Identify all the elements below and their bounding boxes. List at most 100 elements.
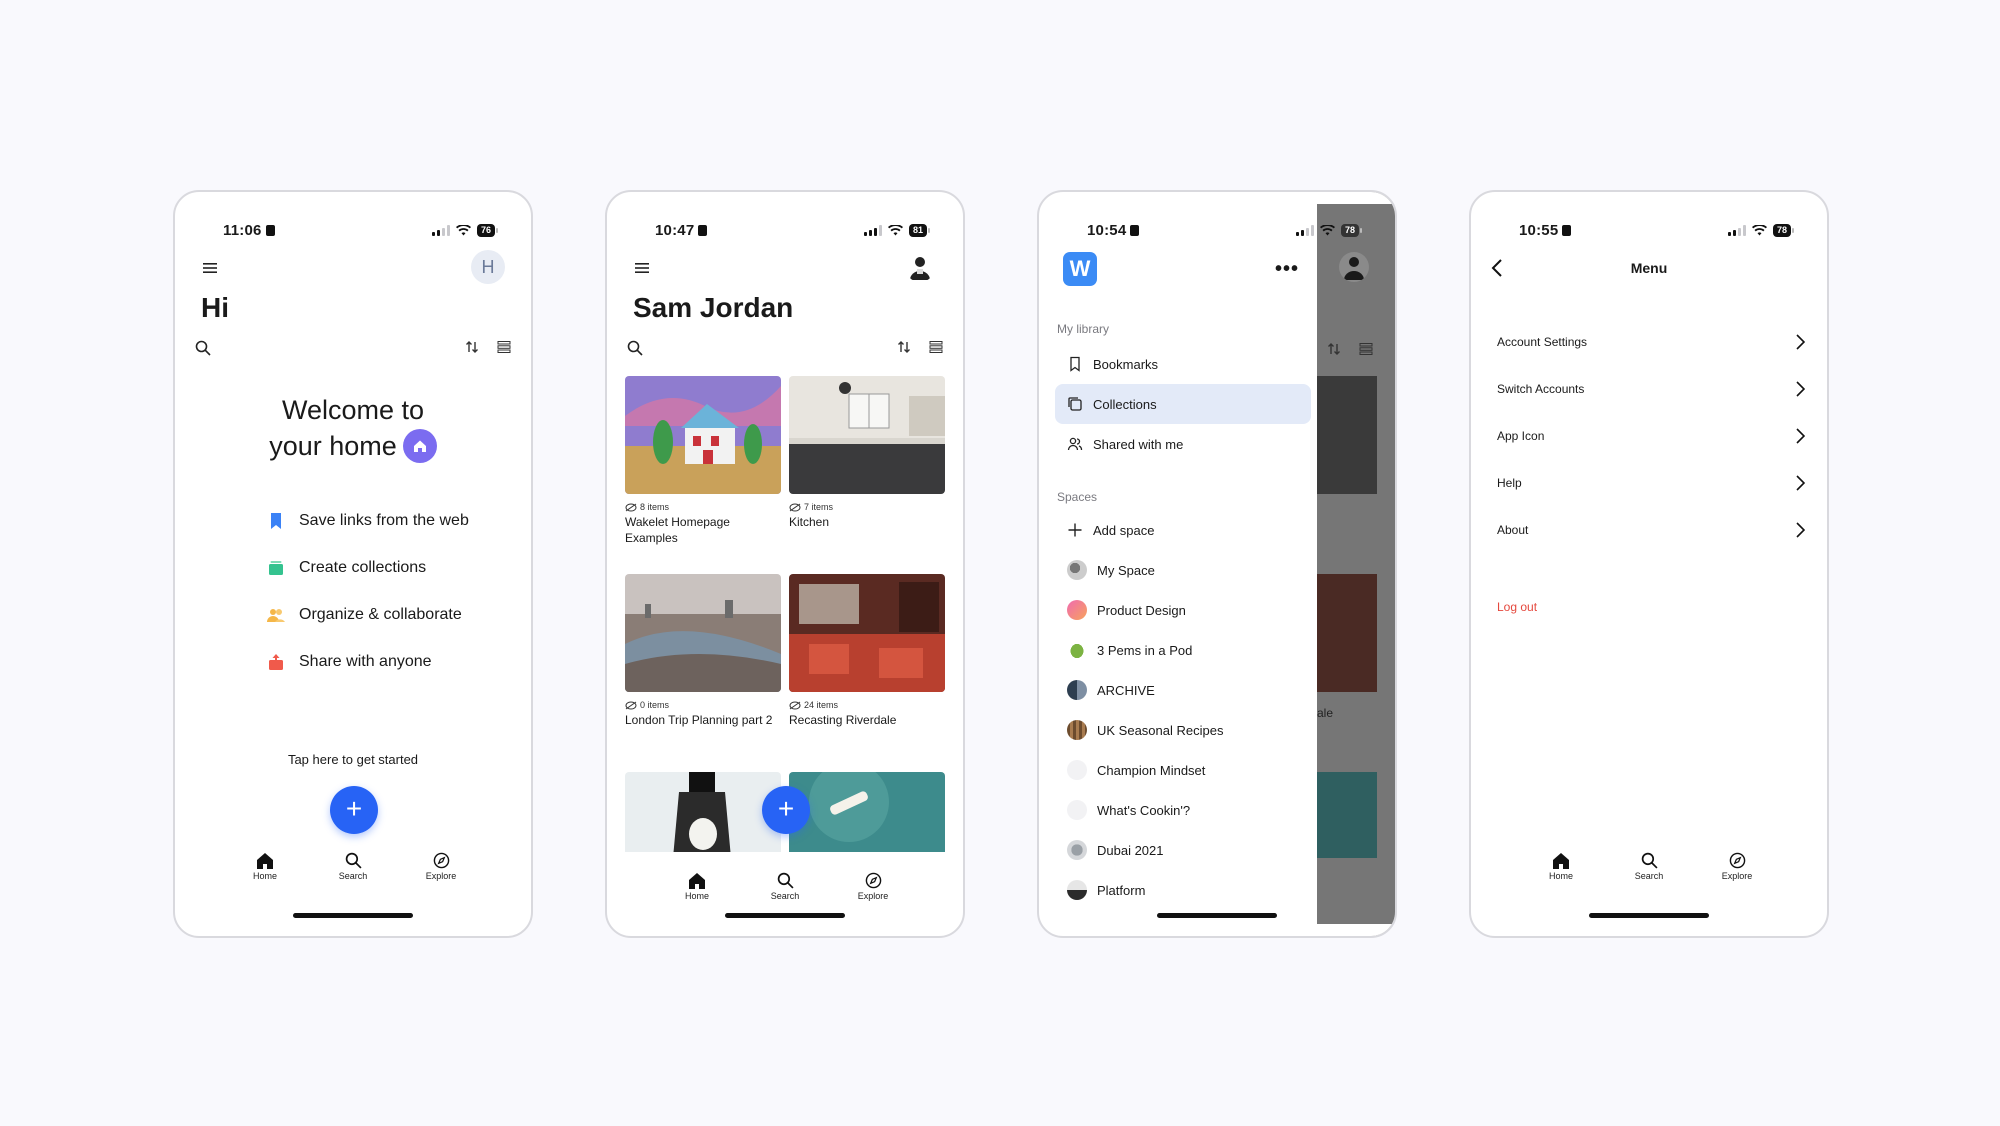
- home-indicator: [293, 913, 413, 918]
- tab-explore[interactable]: Explore: [843, 872, 903, 901]
- get-started-link[interactable]: Tap here to get started: [175, 752, 531, 767]
- tab-explore[interactable]: Explore: [411, 852, 471, 881]
- avatar[interactable]: H: [471, 250, 505, 284]
- wifi-icon: [455, 225, 471, 236]
- avatar: [1339, 252, 1369, 282]
- drawer-item-shared[interactable]: Shared with me: [1055, 424, 1311, 464]
- share-icon: [269, 654, 283, 670]
- status-bar: 10:47 81: [607, 222, 963, 242]
- search-icon[interactable]: [195, 340, 211, 356]
- chevron-right-icon: [1796, 381, 1805, 397]
- search-icon[interactable]: [627, 340, 643, 356]
- page-title: Hi: [201, 292, 229, 323]
- menu-item-account-settings[interactable]: Account Settings: [1497, 322, 1805, 362]
- drawer-item-space[interactable]: What's Cookin'?: [1055, 790, 1311, 830]
- home-icon: [257, 853, 273, 869]
- tab-home[interactable]: Home: [1531, 852, 1591, 881]
- search-icon: [345, 852, 362, 869]
- sort-icon[interactable]: [897, 340, 911, 354]
- item-count: 0 items: [640, 700, 670, 710]
- hamburger-menu-icon[interactable]: [635, 262, 649, 274]
- drawer-item-space[interactable]: 3 Pems in a Pod: [1055, 630, 1311, 670]
- items-icon: [625, 701, 637, 709]
- more-options-icon[interactable]: •••: [1275, 258, 1299, 281]
- drawer-item-space[interactable]: ARCHIVE: [1055, 670, 1311, 710]
- signal-icon: [1295, 225, 1314, 236]
- section-spaces: Spaces: [1057, 490, 1098, 504]
- profile-name: Sam Jordan: [633, 292, 794, 323]
- drawer-item-space[interactable]: My Space: [1055, 550, 1311, 590]
- list-view-icon[interactable]: [929, 340, 943, 354]
- bookmark-outline-icon: [1070, 356, 1080, 372]
- collection-card[interactable]: [625, 772, 781, 858]
- tab-search[interactable]: Search: [323, 852, 383, 881]
- peek-text: ale: [1317, 706, 1334, 720]
- menu-item-app-icon[interactable]: App Icon: [1497, 416, 1805, 456]
- drawer-item-space[interactable]: Product Design: [1055, 590, 1311, 630]
- space-avatar-icon: [1067, 640, 1087, 660]
- status-bar: 10:54 78: [1039, 222, 1395, 242]
- collection-card[interactable]: 7 items Kitchen: [789, 376, 945, 530]
- add-fab-button[interactable]: +: [330, 786, 378, 834]
- logout-button[interactable]: Log out: [1497, 600, 1537, 614]
- item-count: 8 items: [640, 502, 670, 512]
- compass-icon: [433, 852, 449, 869]
- collection-card[interactable]: 8 items Wakelet Homepage Examples: [625, 376, 781, 546]
- lock-icon: [1562, 225, 1572, 236]
- tab-bar: Home Search Explore: [175, 852, 531, 892]
- collection-title: Wakelet Homepage Examples: [625, 515, 730, 545]
- home-icon: [1553, 853, 1569, 869]
- lock-icon: [1130, 225, 1140, 236]
- signal-icon: [431, 225, 450, 236]
- sort-icon: [1328, 343, 1340, 355]
- collections-icon: [269, 561, 283, 575]
- tab-explore[interactable]: Explore: [1707, 852, 1767, 881]
- drawer-item-space[interactable]: UK Seasonal Recipes: [1055, 710, 1311, 750]
- tab-search[interactable]: Search: [1619, 852, 1679, 881]
- sort-icon[interactable]: [465, 340, 479, 354]
- drawer-item-space[interactable]: Champion Mindset: [1055, 750, 1311, 790]
- item-count: 7 items: [804, 502, 834, 512]
- home-icon: [689, 873, 705, 889]
- signal-icon: [1727, 225, 1746, 236]
- drawer-item-space[interactable]: Platform: [1055, 870, 1311, 910]
- collection-card[interactable]: 24 items Recasting Riverdale: [789, 574, 945, 728]
- wakelet-logo: W: [1063, 252, 1097, 286]
- drawer-item-collections[interactable]: Collections: [1055, 384, 1311, 424]
- chevron-right-icon: [1796, 334, 1805, 350]
- search-icon: [1641, 852, 1658, 869]
- collection-thumbnail: [625, 574, 781, 692]
- collection-title: Kitchen: [789, 515, 830, 529]
- collection-card[interactable]: [789, 772, 945, 858]
- battery-icon: 78: [1340, 224, 1363, 237]
- space-avatar-icon: [1067, 760, 1087, 780]
- background-thumbnail: [1317, 772, 1377, 858]
- items-icon: [789, 701, 801, 709]
- drawer-item-add-space[interactable]: Add space: [1055, 510, 1311, 550]
- hamburger-menu-icon[interactable]: [203, 262, 217, 274]
- menu-item-about[interactable]: About: [1497, 510, 1805, 550]
- menu-item-switch-accounts[interactable]: Switch Accounts: [1497, 369, 1805, 409]
- page-title: Menu: [1630, 260, 1668, 276]
- tab-search[interactable]: Search: [755, 872, 815, 901]
- bookmark-icon: [271, 513, 281, 529]
- list-view-icon[interactable]: [497, 340, 511, 354]
- drawer-item-bookmarks[interactable]: Bookmarks: [1055, 344, 1311, 384]
- menu-item-help[interactable]: Help: [1497, 463, 1805, 503]
- feature-organize: Organize & collaborate: [267, 606, 462, 624]
- space-avatar-icon: [1067, 600, 1087, 620]
- welcome-heading: Welcome to your home: [175, 392, 531, 464]
- drawer-item-space[interactable]: Dubai 2021: [1055, 830, 1311, 870]
- lock-icon: [265, 225, 275, 236]
- add-fab-button[interactable]: +: [762, 786, 810, 834]
- feature-share: Share with anyone: [267, 653, 432, 671]
- collection-card[interactable]: 0 items London Trip Planning part 2: [625, 574, 781, 728]
- home-indicator: [1589, 913, 1709, 918]
- status-bar: 11:06 76: [175, 222, 531, 242]
- collection-title: London Trip Planning part 2: [625, 713, 773, 727]
- drawer-scrim[interactable]: ale: [1317, 192, 1395, 936]
- tab-home[interactable]: Home: [667, 872, 727, 901]
- tab-home[interactable]: Home: [235, 852, 295, 881]
- phone-side-drawer: ale 10:54 78 W ••• My library Bookmarks …: [1037, 190, 1397, 938]
- avatar[interactable]: [905, 252, 935, 282]
